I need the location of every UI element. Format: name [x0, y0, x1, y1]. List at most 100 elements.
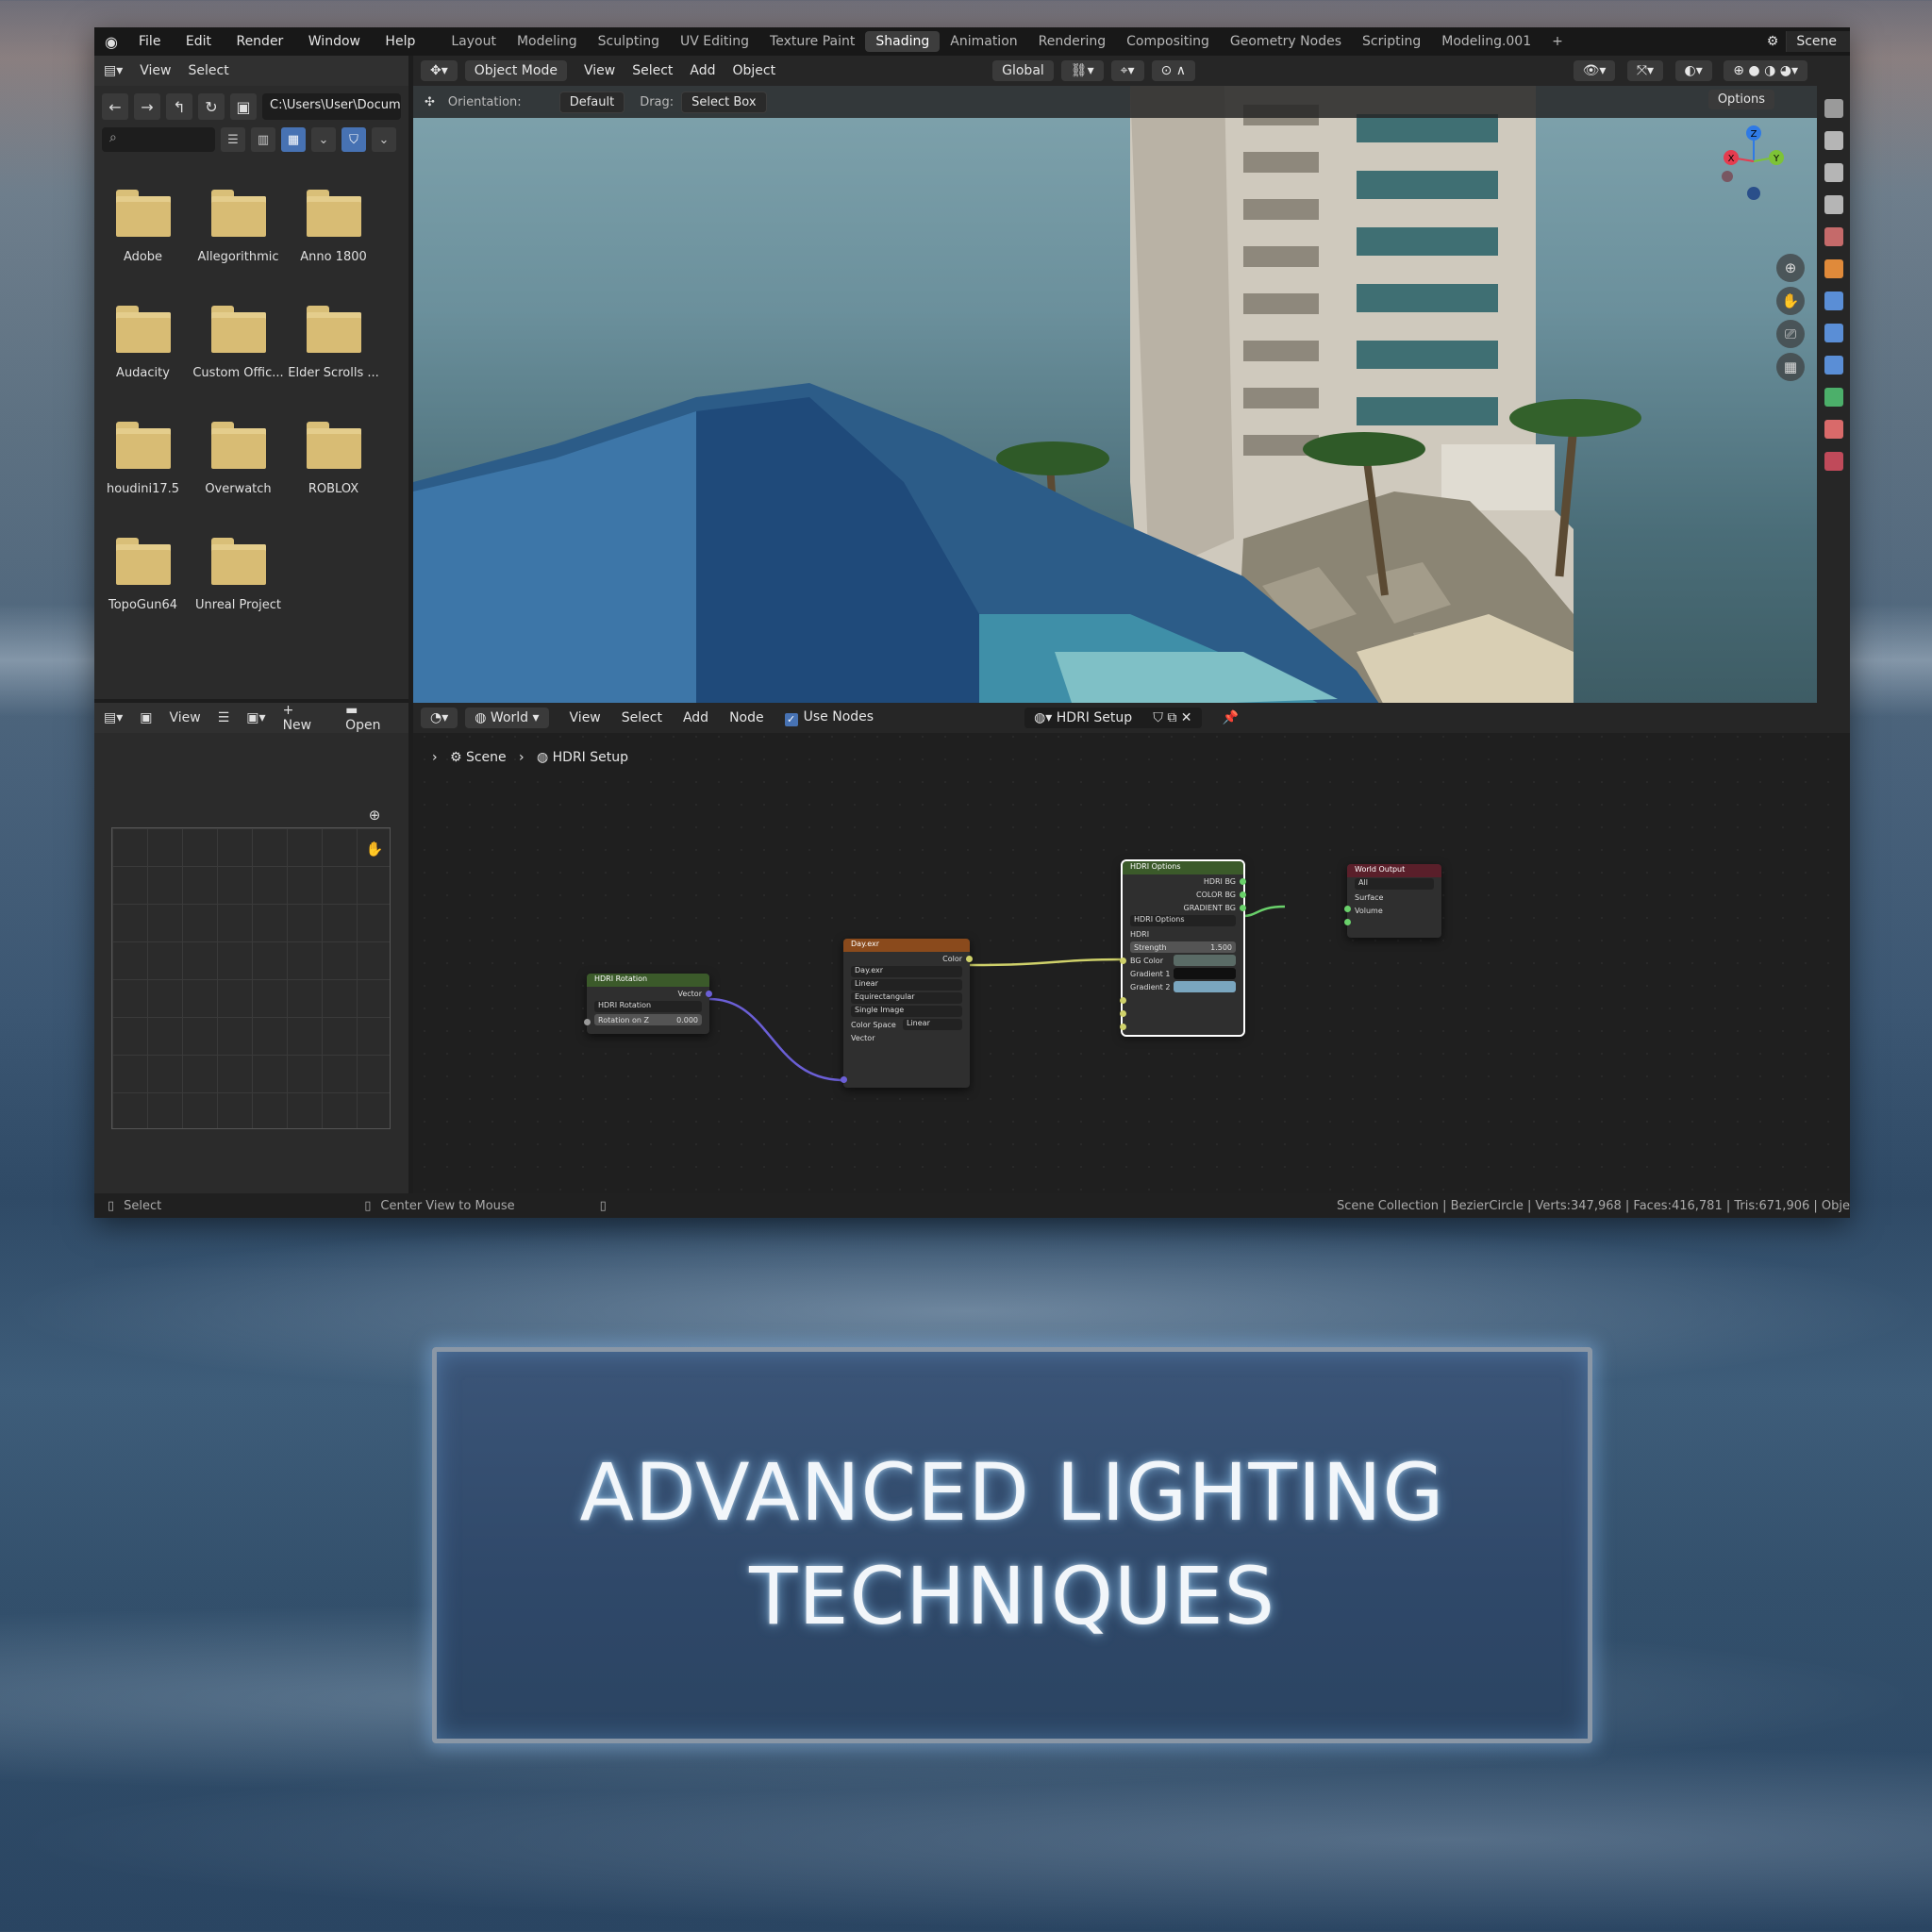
- vp-menu-view[interactable]: View: [584, 63, 615, 78]
- tool-tab-icon[interactable]: [1824, 99, 1843, 118]
- new-folder-icon[interactable]: ▣: [230, 93, 257, 120]
- image-browse-icon[interactable]: ▣▾: [246, 710, 265, 725]
- scene-selector[interactable]: ⚙ Scene: [1767, 27, 1850, 56]
- tab-compositing[interactable]: Compositing: [1116, 31, 1220, 52]
- socket-out[interactable]: [1240, 891, 1246, 898]
- parent-icon[interactable]: ↰: [166, 93, 192, 120]
- socket-vector-in[interactable]: [841, 1076, 847, 1083]
- zoom-icon[interactable]: ⊕: [1776, 254, 1805, 282]
- gizmo-icon[interactable]: ⤧▾: [1626, 60, 1664, 81]
- socket-volume-in[interactable]: [1344, 919, 1351, 925]
- blender-logo-icon[interactable]: ◉: [94, 33, 128, 51]
- shading-mode-icons[interactable]: ⊕ ● ◑ ◕▾: [1724, 60, 1807, 81]
- navigation-gizmo[interactable]: Z X Y: [1718, 122, 1793, 216]
- rotation-field[interactable]: Rotation on Z 0.000: [587, 1013, 709, 1026]
- tab-modeling-001[interactable]: Modeling.001: [1431, 31, 1541, 52]
- node-title[interactable]: HDRI Rotation: [587, 974, 709, 987]
- gradient1-row[interactable]: Gradient 1: [1123, 967, 1243, 980]
- node-title[interactable]: HDRI Options: [1123, 861, 1243, 874]
- tab-shading[interactable]: Shading: [865, 31, 941, 52]
- vp-menu-object[interactable]: Object: [733, 63, 776, 78]
- projection-dropdown[interactable]: Equirectangular: [843, 991, 970, 1005]
- bg-color-row[interactable]: BG Color: [1123, 954, 1243, 967]
- node-title[interactable]: World Output: [1347, 864, 1441, 877]
- menu-help[interactable]: Help: [385, 34, 415, 49]
- fb-menu-view[interactable]: View: [140, 63, 171, 78]
- list-view-icon[interactable]: ☰: [221, 127, 245, 152]
- node-environment-texture[interactable]: Day.exr Color Day.exr Linear Equirectang…: [841, 939, 973, 1088]
- menu-render[interactable]: Render: [236, 34, 283, 49]
- open-image-button[interactable]: ▬ Open: [345, 703, 397, 733]
- zoom-icon[interactable]: ⊕: [360, 801, 389, 829]
- socket-out[interactable]: [1240, 878, 1246, 885]
- modifier-tab-icon[interactable]: [1824, 291, 1843, 310]
- node-title[interactable]: Day.exr: [843, 939, 970, 952]
- grid-icon[interactable]: ▦: [1776, 353, 1805, 381]
- node-group-field[interactable]: HDRI Rotation: [587, 1000, 709, 1013]
- gradient2-swatch[interactable]: [1174, 981, 1236, 992]
- vp-menu-add[interactable]: Add: [690, 63, 715, 78]
- hand-icon[interactable]: ✋: [1776, 287, 1805, 315]
- socket-out[interactable]: [1240, 905, 1246, 911]
- socket-vector-out[interactable]: [706, 991, 712, 997]
- folder-item[interactable]: houdini17.5: [95, 408, 191, 525]
- tab-layout[interactable]: Layout: [441, 31, 507, 52]
- options-dropdown[interactable]: Options: [1707, 90, 1774, 109]
- forward-icon[interactable]: →: [134, 93, 160, 120]
- folder-item[interactable]: Adobe: [95, 176, 191, 292]
- folder-item[interactable]: Anno 1800: [286, 176, 381, 292]
- tab-scripting[interactable]: Scripting: [1352, 31, 1431, 52]
- object-tab-icon[interactable]: [1824, 259, 1843, 278]
- socket-in[interactable]: [1120, 958, 1126, 964]
- gradient1-swatch[interactable]: [1174, 968, 1236, 979]
- material-tab-icon[interactable]: [1824, 420, 1843, 439]
- editor-type-icon[interactable]: ✥▾: [421, 60, 458, 81]
- overlay-icon[interactable]: ◐▾: [1674, 60, 1712, 81]
- vp-menu-select[interactable]: Select: [632, 63, 673, 78]
- folder-item[interactable]: ROBLOX: [286, 408, 381, 525]
- scene-name[interactable]: Scene: [1786, 31, 1850, 52]
- source-dropdown[interactable]: Single Image: [843, 1005, 970, 1018]
- view-layer-tab-icon[interactable]: [1824, 195, 1843, 214]
- socket-in[interactable]: [1120, 1024, 1126, 1030]
- folder-item[interactable]: Unreal Project: [191, 525, 286, 641]
- socket-surface-in[interactable]: [1344, 906, 1351, 912]
- filter-chevron-icon[interactable]: ⌄: [372, 127, 396, 152]
- folder-item[interactable]: Audacity: [95, 292, 191, 408]
- drag-dropdown[interactable]: Select Box: [681, 91, 767, 113]
- filter-icon[interactable]: ⛉: [341, 127, 366, 152]
- socket-in[interactable]: [1120, 997, 1126, 1004]
- tab-texture-paint[interactable]: Texture Paint: [759, 31, 865, 52]
- node-world-output[interactable]: World Output All Surface Volume: [1344, 864, 1441, 938]
- viewport-render[interactable]: [413, 86, 1817, 725]
- camera-icon[interactable]: ⎚: [1776, 320, 1805, 348]
- node-group-field[interactable]: HDRI Options: [1123, 914, 1243, 927]
- add-workspace-button[interactable]: +: [1541, 31, 1574, 52]
- thumbnail-view-icon[interactable]: ▦: [281, 127, 306, 152]
- tab-geometry-nodes[interactable]: Geometry Nodes: [1220, 31, 1352, 52]
- bg-color-swatch[interactable]: [1174, 955, 1236, 966]
- visibility-icon[interactable]: 👁▾: [1573, 60, 1616, 81]
- output-tab-icon[interactable]: [1824, 163, 1843, 182]
- 3d-viewport[interactable]: ✥▾ Object Mode View Select Add Object Gl…: [413, 56, 1850, 725]
- editor-type-icon[interactable]: ▤▾: [104, 710, 123, 725]
- node-editor[interactable]: ◔▾ ◍ World ▾ View Select Add Node ✓ Use N…: [413, 703, 1850, 1193]
- node-hdri-options[interactable]: HDRI Options HDRI BG COLOR BG GRADIENT B…: [1120, 859, 1246, 1037]
- colorspace-row[interactable]: Color Space Linear: [843, 1018, 970, 1031]
- object-mode-dropdown[interactable]: Object Mode: [464, 60, 567, 81]
- tab-animation[interactable]: Animation: [940, 31, 1027, 52]
- node-hdri-rotation[interactable]: HDRI Rotation Vector HDRI Rotation Rotat…: [584, 974, 712, 1034]
- folder-item[interactable]: TopoGun64: [95, 525, 191, 641]
- snap-icon[interactable]: ⌖▾: [1110, 60, 1144, 81]
- folder-item[interactable]: Allegorithmic: [191, 176, 286, 292]
- physics-tab-icon[interactable]: [1824, 356, 1843, 375]
- back-icon[interactable]: ←: [102, 93, 128, 120]
- menu-edit[interactable]: Edit: [186, 34, 211, 49]
- image-view-icon[interactable]: ▣: [140, 710, 152, 725]
- ie-menu-view[interactable]: View: [170, 710, 201, 725]
- tab-modeling[interactable]: Modeling: [507, 31, 588, 52]
- detail-view-icon[interactable]: ▥: [251, 127, 275, 152]
- proportional-icon[interactable]: ⊙ ∧: [1151, 60, 1195, 81]
- fb-menu-select[interactable]: Select: [189, 63, 229, 78]
- orientation-dropdown[interactable]: Default: [558, 91, 625, 113]
